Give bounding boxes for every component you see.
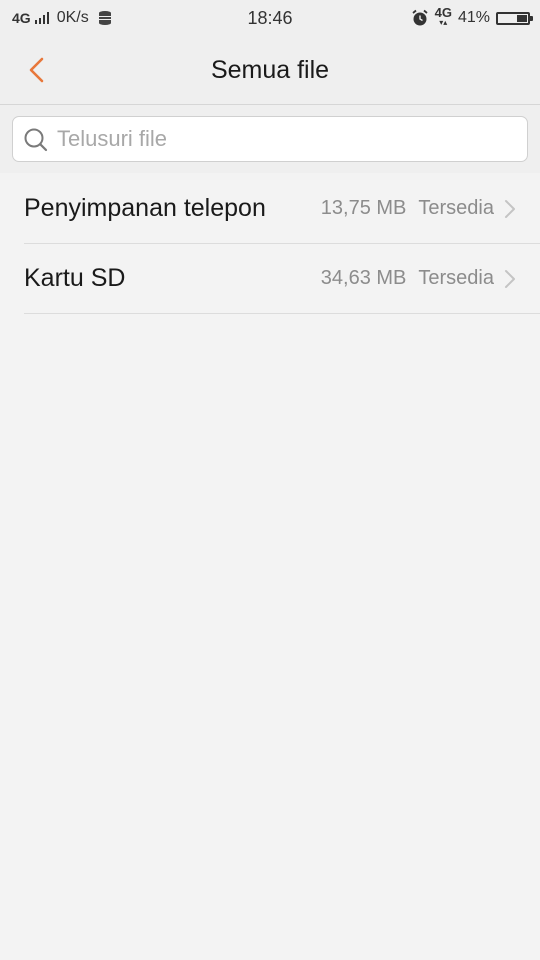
status-right: 4G ▾▴ 41% xyxy=(411,6,533,28)
storage-item-name: Kartu SD xyxy=(24,264,126,292)
network-type-right: 4G ▾▴ xyxy=(435,6,452,28)
battery-percent: 41% xyxy=(457,9,490,26)
storage-item-status: Tersedia xyxy=(418,197,494,219)
storage-item-meta: 13,75 MB Tersedia xyxy=(321,197,516,220)
chevron-right-icon xyxy=(505,269,515,288)
storage-item-meta: 34,63 MB Tersedia xyxy=(321,267,516,290)
storage-item-name: Penyimpanan telepon xyxy=(24,194,266,222)
battery-icon xyxy=(496,11,533,25)
search-box[interactable] xyxy=(12,116,528,162)
title-bar: Semua file xyxy=(0,36,540,105)
storage-item-status: Tersedia xyxy=(418,267,494,289)
storage-item-sd-card[interactable]: Kartu SD 34,63 MB Tersedia xyxy=(24,244,540,314)
storage-item-size: 13,75 MB xyxy=(320,197,407,219)
storage-list: Penyimpanan telepon 13,75 MB Tersedia Ka… xyxy=(0,174,540,314)
search-bar xyxy=(0,105,540,173)
page-title: Semua file xyxy=(210,56,330,84)
search-input[interactable] xyxy=(57,117,517,161)
chevron-right-icon xyxy=(505,199,515,218)
battery-fill xyxy=(516,14,527,22)
status-bar: 4G 0K/s 18:46 4G ▾▴ 41% xyxy=(0,0,540,36)
storage-item-size: 34,63 MB xyxy=(320,267,407,289)
storage-item-phone[interactable]: Penyimpanan telepon 13,75 MB Tersedia xyxy=(24,174,540,244)
search-icon xyxy=(24,128,48,152)
alarm-icon xyxy=(412,9,428,26)
